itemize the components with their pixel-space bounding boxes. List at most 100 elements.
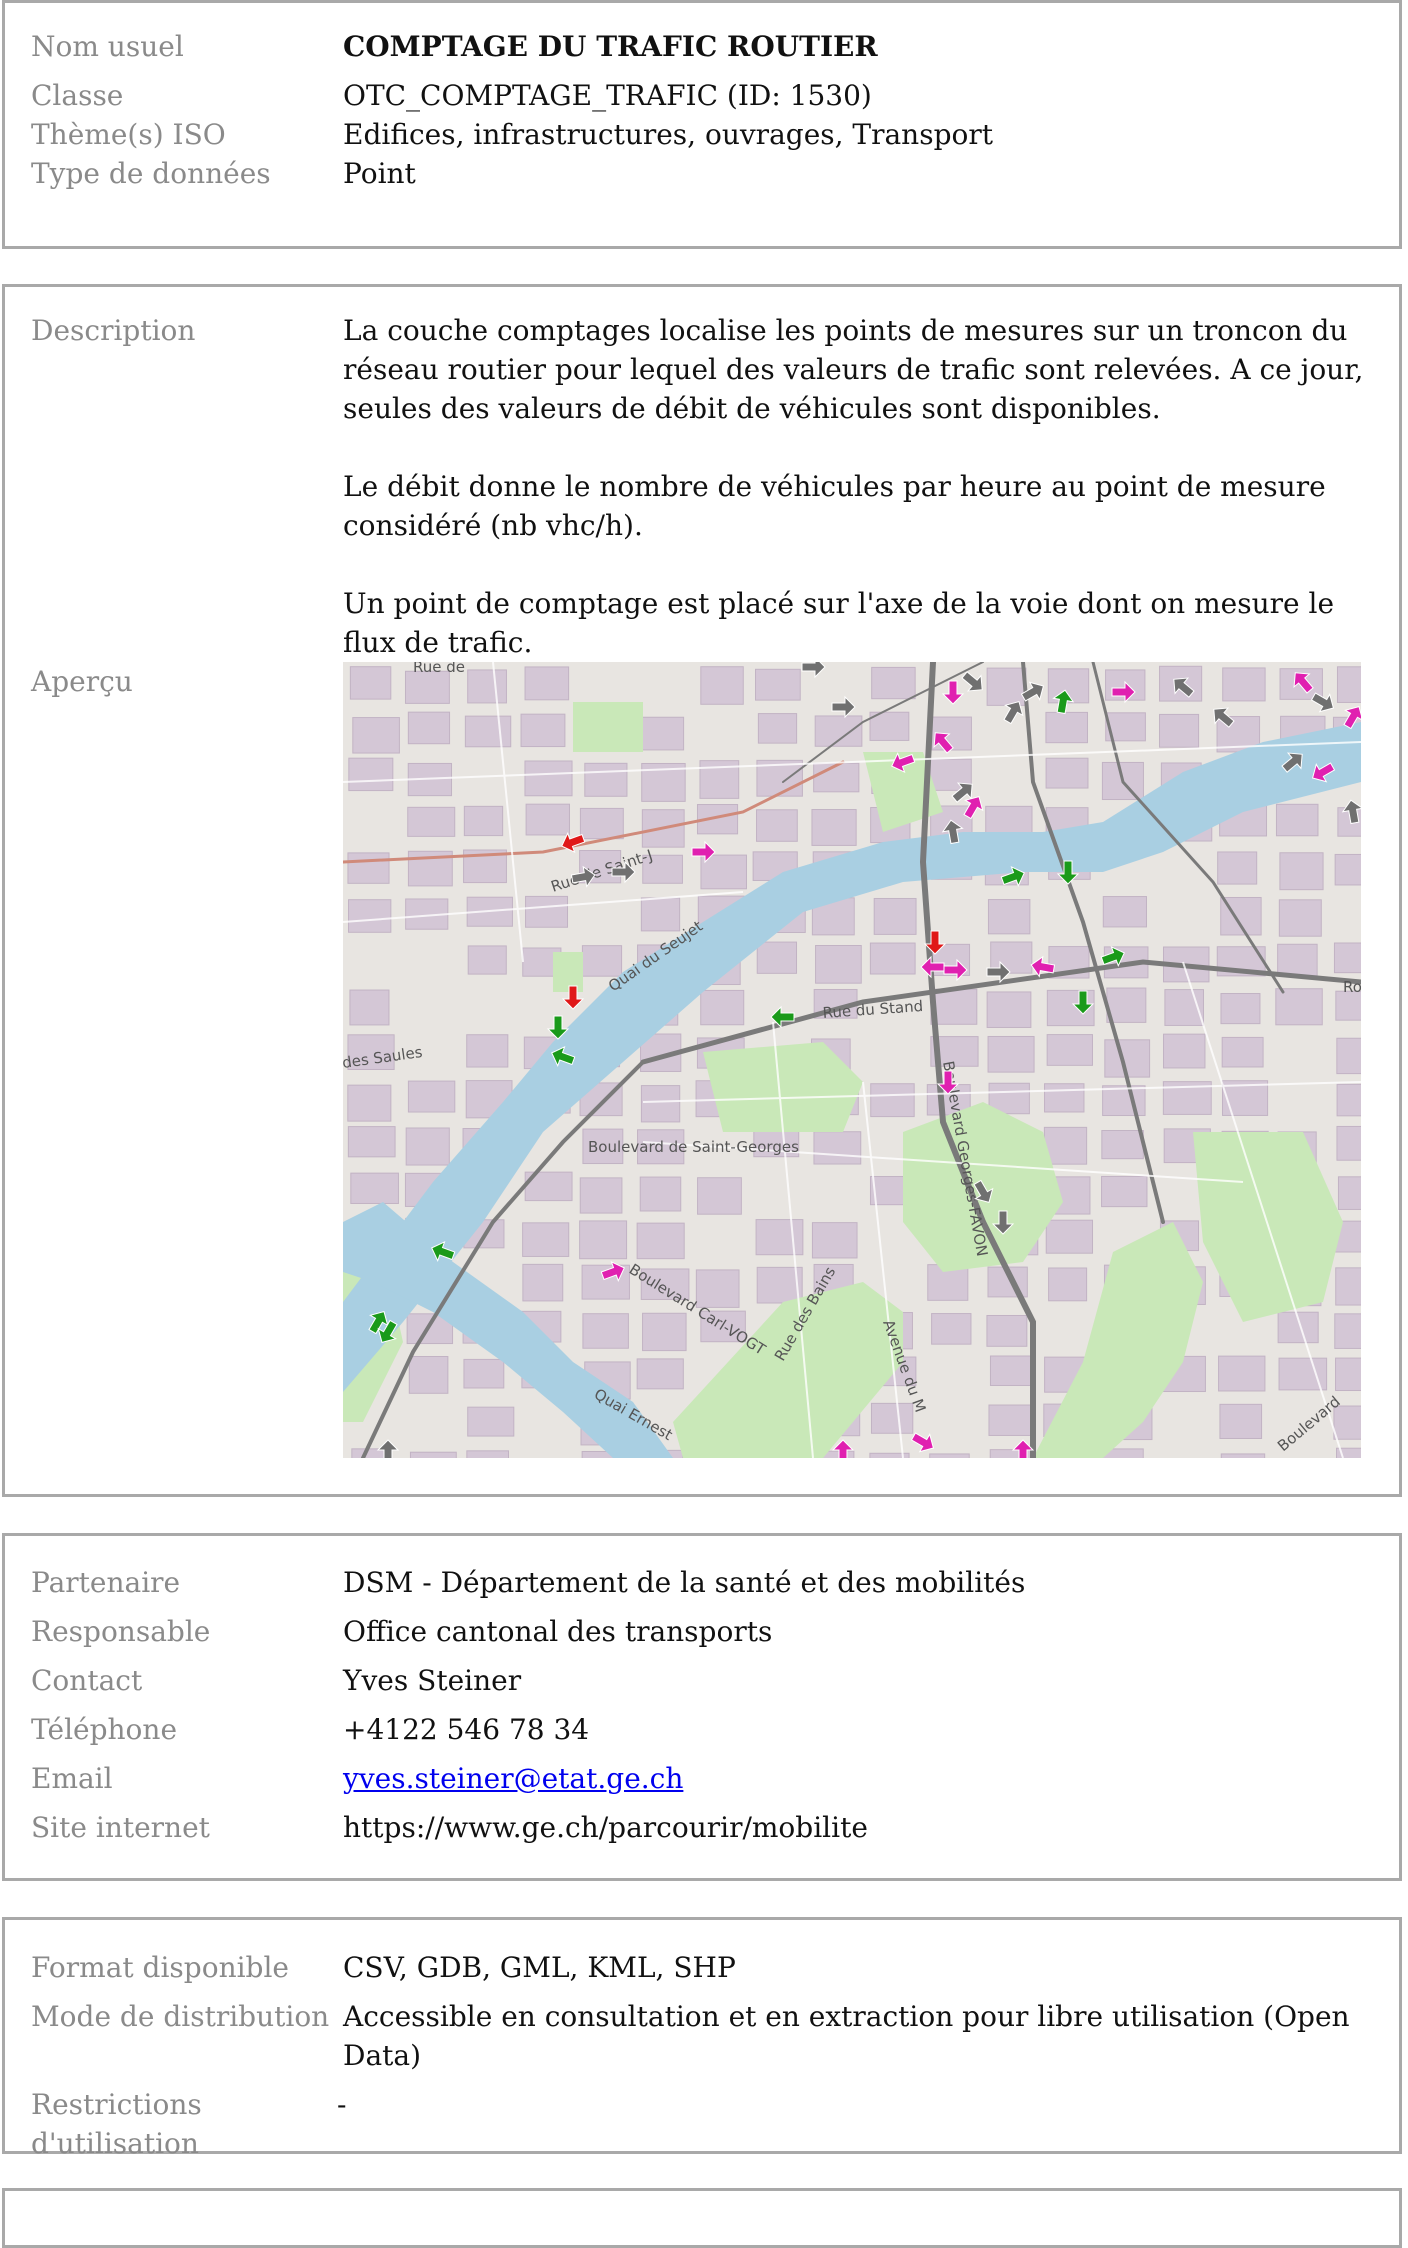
row-contact: Contact Yves Steiner xyxy=(5,1661,1399,1700)
telephone-value: +4122 546 78 34 xyxy=(343,1713,590,1746)
map-building xyxy=(1336,1083,1361,1117)
map-building xyxy=(409,1451,457,1458)
map-building xyxy=(1335,1357,1361,1392)
map-building xyxy=(1221,1036,1264,1068)
map-building xyxy=(524,666,570,701)
map-building xyxy=(522,1263,564,1302)
row-apercu: Aperçu Rue de Rue de Saint-J Quai du Seu… xyxy=(5,662,1399,1458)
map-building xyxy=(1220,1453,1266,1458)
map-building xyxy=(404,670,450,704)
type-label: Type de données xyxy=(31,157,271,190)
map-building xyxy=(986,991,1032,1028)
map-building xyxy=(407,806,456,837)
map-building xyxy=(463,1358,505,1389)
responsable-label: Responsable xyxy=(31,1615,211,1648)
map-building xyxy=(869,942,916,975)
map-building xyxy=(1336,1125,1361,1161)
map-building xyxy=(579,1177,623,1214)
map-building xyxy=(466,1034,509,1068)
map-building xyxy=(350,1172,399,1204)
map-building xyxy=(520,713,566,748)
map-building xyxy=(756,809,798,842)
map-building xyxy=(349,666,392,700)
telephone-label: Téléphone xyxy=(31,1713,178,1746)
classe-value: OTC_COMPTAGE_TRAFIC (ID: 1530) xyxy=(343,79,872,112)
theme-value: Edifices, infrastructures, ouvrages, Tra… xyxy=(343,118,994,151)
map-building xyxy=(870,1083,915,1118)
map-building xyxy=(1101,1130,1144,1160)
row-format: Format disponible CSV, GDB, GML, KML, SH… xyxy=(5,1948,1399,1987)
email-link[interactable]: yves.steiner@etat.ge.ch xyxy=(343,1762,683,1795)
map-building xyxy=(1044,1083,1085,1113)
map-building xyxy=(1336,666,1361,703)
email-value: yves.steiner@etat.ge.ch xyxy=(343,1759,1399,1798)
map-building xyxy=(1045,757,1089,789)
map-building xyxy=(348,899,392,933)
map-building xyxy=(871,666,916,700)
map-building xyxy=(814,715,863,747)
map-building xyxy=(1045,1219,1094,1254)
site-value: https://www.ge.ch/parcourir/mobilite xyxy=(343,1811,868,1844)
map-building xyxy=(813,762,860,793)
map-building xyxy=(1279,852,1324,891)
map-building xyxy=(815,944,862,984)
map-building xyxy=(407,711,451,745)
description-value: La couche comptages localise les points … xyxy=(343,311,1399,662)
map-building xyxy=(1277,943,1318,977)
description-label: Description xyxy=(31,314,196,347)
map-building xyxy=(466,1450,510,1458)
map-building xyxy=(1222,667,1266,702)
map-label: Ro xyxy=(1343,978,1361,996)
description-panel: Description La couche comptages localise… xyxy=(2,284,1402,1497)
description-paragraph: La couche comptages localise les points … xyxy=(343,314,1364,425)
map-svg: Rue de Rue de Saint-J Quai du Seujet Rue… xyxy=(343,662,1361,1458)
distribution-panel: Format disponible CSV, GDB, GML, KML, SH… xyxy=(2,1917,1402,2160)
format-value: CSV, GDB, GML, KML, SHP xyxy=(343,1951,736,1984)
map-building xyxy=(579,807,624,840)
map-building xyxy=(1278,899,1322,937)
map-building xyxy=(756,941,798,974)
row-telephone: Téléphone +4122 546 78 34 xyxy=(5,1710,1399,1749)
map-building xyxy=(408,1355,449,1394)
map-building xyxy=(467,945,507,975)
map-building xyxy=(1337,1176,1361,1210)
map-building xyxy=(811,809,857,846)
email-label: Email xyxy=(31,1762,113,1795)
map-building xyxy=(1334,1313,1361,1349)
map-building xyxy=(1335,1267,1361,1306)
map-building xyxy=(700,854,747,890)
map-building xyxy=(1275,988,1323,1026)
map-building xyxy=(755,668,801,701)
map-building xyxy=(642,1312,687,1352)
map-building xyxy=(1043,1126,1088,1165)
map-label: Boulevard de Saint-Georges xyxy=(588,1138,799,1156)
map-building xyxy=(636,1222,685,1260)
map-building xyxy=(930,988,978,1025)
map-building xyxy=(931,1313,972,1345)
description-paragraph: Le débit donne le nombre de véhicules pa… xyxy=(343,470,1326,542)
map-building xyxy=(348,757,394,792)
classe-label: Classe xyxy=(31,79,124,112)
map-building xyxy=(813,1131,862,1165)
row-type: Type de données Point xyxy=(5,154,1399,193)
map-building xyxy=(467,1406,515,1437)
contact-panel: Partenaire DSM - Département de la santé… xyxy=(2,1533,1402,1881)
map-building xyxy=(640,1085,681,1123)
row-email: Email yves.steiner@etat.ge.ch xyxy=(5,1759,1399,1798)
mode-value: Accessible en consultation et en extract… xyxy=(343,2000,1350,2072)
map-building xyxy=(757,713,798,744)
map-building xyxy=(1101,1175,1148,1208)
map-label: Rue de xyxy=(413,662,465,676)
map-building xyxy=(987,899,1031,935)
map-building xyxy=(347,1084,392,1122)
format-label: Format disponible xyxy=(31,1951,290,1984)
map-building xyxy=(987,1035,1035,1073)
row-site: Site internet https://www.ge.ch/parcouri… xyxy=(5,1808,1399,1847)
map-preview: Rue de Rue de Saint-J Quai du Seujet Rue… xyxy=(343,662,1361,1458)
apercu-label: Aperçu xyxy=(31,665,133,698)
contact-value: Yves Steiner xyxy=(343,1664,522,1697)
row-responsable: Responsable Office cantonal des transpor… xyxy=(5,1612,1399,1651)
map-building xyxy=(407,1080,456,1113)
map-building xyxy=(1218,1355,1266,1392)
next-panel xyxy=(2,2188,1402,2248)
